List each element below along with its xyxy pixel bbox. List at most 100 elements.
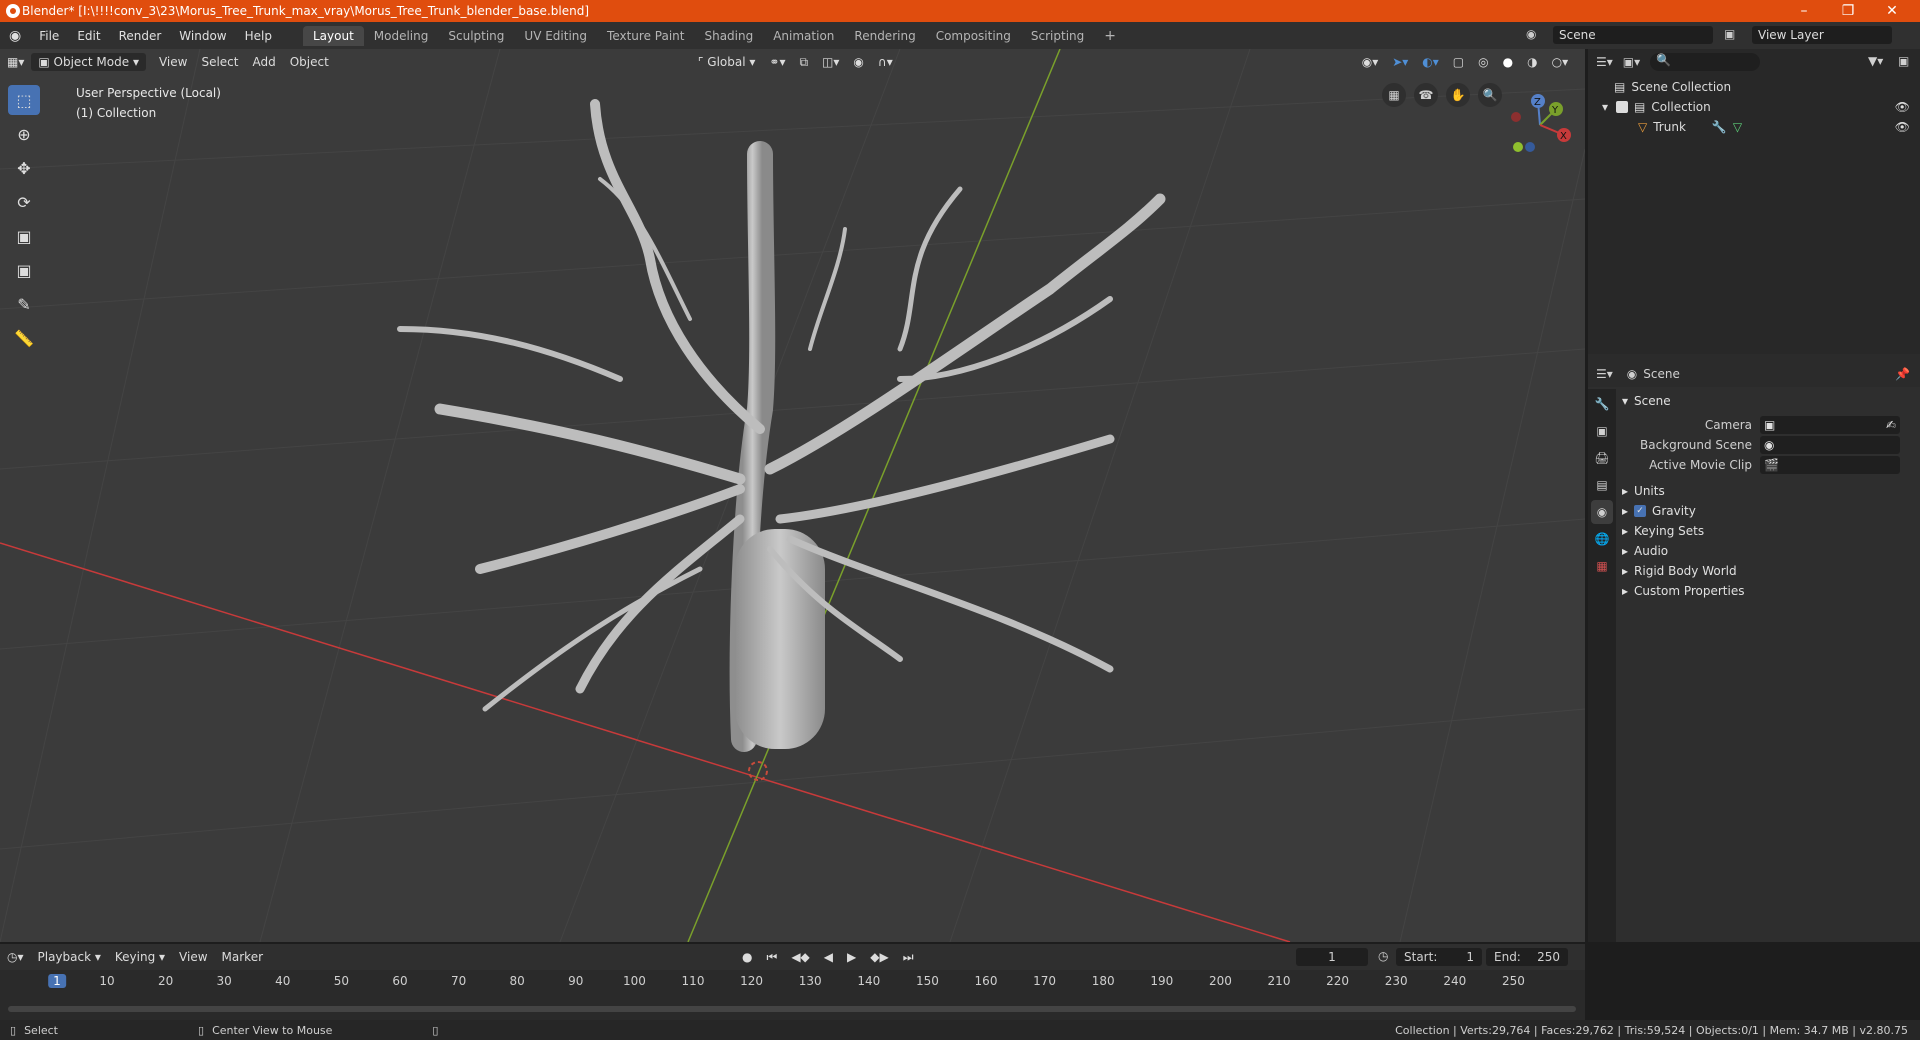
maximize-icon[interactable]: ❐ (1826, 0, 1870, 22)
transform-tool-icon[interactable]: ▣ (8, 255, 40, 285)
units-panel[interactable]: ▸ Units (1622, 481, 1918, 501)
tab-uv-editing[interactable]: UV Editing (514, 26, 597, 46)
3d-viewport[interactable]: ▦▾ ▣ Object Mode ▾ View Select Add Objec… (0, 49, 1585, 942)
properties-editor-type-icon[interactable]: ☰▾ (1596, 367, 1613, 381)
camera-view-icon[interactable]: ☎ (1414, 83, 1438, 107)
move-tool-icon[interactable]: ✥ (8, 153, 40, 183)
start-frame-field[interactable]: Start: 1 (1396, 948, 1482, 966)
viewport-menu-select[interactable]: Select (194, 53, 245, 71)
outliner-editor-type-icon[interactable]: ☰▾ (1596, 55, 1613, 69)
blender-menu-icon[interactable]: ◉ (0, 28, 30, 44)
tool-tab-icon[interactable]: 🔧 (1591, 392, 1613, 416)
scene-tab-icon[interactable]: ◉ (1591, 500, 1613, 524)
modifier-wrench-icon[interactable]: 🔧 (1712, 120, 1727, 134)
outliner-row-trunk[interactable]: ▽ Trunk 🔧 ▽ 👁 (1588, 117, 1920, 137)
camera-field[interactable]: ▣ ✍ (1760, 416, 1900, 434)
material-shading-icon[interactable]: ◑ (1520, 53, 1544, 71)
render-tab-icon[interactable]: ▣ (1591, 419, 1613, 443)
scene-selector-icon[interactable]: ◉ (1526, 27, 1536, 41)
timeline-menu-playback[interactable]: Playback ▾ (31, 948, 108, 966)
tab-rendering[interactable]: Rendering (844, 26, 925, 46)
menu-window[interactable]: Window (170, 29, 235, 43)
tab-layout[interactable]: Layout (302, 25, 364, 46)
tab-modeling[interactable]: Modeling (364, 26, 439, 46)
gravity-checkbox[interactable]: ✓ (1634, 505, 1647, 517)
select-box-icon[interactable]: ⬚ (8, 85, 40, 115)
view-layer-tab-icon[interactable]: ▤ (1591, 473, 1613, 497)
snap-target-icon[interactable]: ◫▾ (815, 53, 846, 71)
visibility-eye-icon[interactable]: 👁 (1895, 120, 1910, 134)
timeline-scrollbar[interactable] (8, 1006, 1576, 1012)
background-scene-field[interactable]: ◉ (1760, 436, 1900, 454)
mesh-data-icon[interactable]: ▽ (1733, 120, 1742, 134)
current-frame-field[interactable]: 1 (1296, 948, 1368, 966)
rendered-shading-icon[interactable]: ○▾ (1545, 53, 1576, 71)
annotate-tool-icon[interactable]: ✎ (8, 289, 40, 319)
custom-properties-panel[interactable]: ▸ Custom Properties (1622, 581, 1918, 601)
display-mode-icon[interactable]: ▣▾ (1623, 55, 1640, 69)
timeline-menu-keying[interactable]: Keying ▾ (108, 948, 172, 966)
overlays-icon[interactable]: ◐▾ (1415, 53, 1446, 71)
transform-orientation-dropdown[interactable]: ⌜ Global ▾ (691, 53, 763, 71)
frame-ruler[interactable]: 1 10 20 30 40 50 60 70 80 90 100 110 120 130 140 150 160… (0, 972, 1585, 992)
zoom-icon[interactable]: 🔍 (1478, 83, 1502, 107)
expand-arrow-icon[interactable]: ▾ (1602, 100, 1608, 114)
pan-hand-icon[interactable]: ✋ (1446, 83, 1470, 107)
scene-panel-header[interactable]: ▾ Scene (1622, 391, 1918, 411)
editor-type-icon[interactable]: ▦▾ (0, 53, 31, 71)
visibility-icon[interactable]: ◉▾ (1355, 53, 1386, 71)
output-tab-icon[interactable]: 🖨 (1591, 446, 1613, 470)
close-icon[interactable]: ✕ (1870, 0, 1914, 22)
audio-panel[interactable]: ▸ Audio (1622, 541, 1918, 561)
mode-dropdown[interactable]: ▣ Object Mode ▾ (31, 53, 146, 71)
cursor-tool-icon[interactable]: ⊕ (8, 119, 40, 149)
properties-editor[interactable]: ☰▾ ◉ Scene 📌 🔧 ▣ 🖨 ▤ ◉ 🌐 ▦ ▾ Scene Camer… (1588, 361, 1920, 942)
active-movie-clip-field[interactable]: 🎬 (1760, 456, 1900, 474)
minimize-icon[interactable]: – (1782, 0, 1826, 22)
view-layer-icon[interactable]: ▣ (1724, 27, 1735, 41)
filter-icon[interactable]: ▼▾ (1868, 54, 1883, 68)
outliner-row-scene-collection[interactable]: ▤ Scene Collection (1588, 77, 1920, 97)
timeline-editor[interactable]: ◷▾ Playback ▾ Keying ▾ View Marker ● ⏮ ◀… (0, 944, 1585, 1026)
grid-view-icon[interactable]: ▦ (1382, 83, 1406, 107)
axis-gizmo[interactable]: Z Y X (1500, 89, 1580, 159)
menu-help[interactable]: Help (236, 29, 281, 43)
wireframe-shading-icon[interactable]: ◎ (1471, 53, 1495, 71)
auto-range-icon[interactable]: ◷ (1378, 949, 1388, 963)
menu-edit[interactable]: Edit (68, 29, 109, 43)
keying-sets-panel[interactable]: ▸ Keying Sets (1622, 521, 1918, 541)
timeline-menu-marker[interactable]: Marker (215, 948, 270, 966)
pin-icon[interactable]: 📌 (1895, 367, 1910, 381)
gizmo-toggle-icon[interactable]: ➤▾ (1385, 53, 1415, 71)
outliner-search-input[interactable]: 🔍 (1650, 53, 1761, 71)
outliner[interactable]: ☰▾ ▣▾ 🔍 ▼▾ ▣ ▤ Scene Collection ▾ ▤ Coll… (1588, 49, 1920, 354)
eyedropper-icon[interactable]: ✍ (1886, 418, 1896, 432)
scale-tool-icon[interactable]: ▣ (8, 221, 40, 251)
visibility-eye-icon[interactable]: 👁 (1895, 100, 1910, 114)
rigid-body-world-panel[interactable]: ▸ Rigid Body World (1622, 561, 1918, 581)
tab-texture-paint[interactable]: Texture Paint (597, 26, 694, 46)
menu-file[interactable]: File (30, 29, 68, 43)
rotate-tool-icon[interactable]: ⟳ (8, 187, 40, 217)
snap-icon[interactable]: ⧉ (792, 53, 815, 72)
jump-end-icon[interactable]: ⏭ (896, 948, 921, 967)
tab-compositing[interactable]: Compositing (926, 26, 1021, 46)
pivot-point-icon[interactable]: ⚭▾ (762, 53, 792, 71)
timeline-editor-type-icon[interactable]: ◷▾ (0, 948, 31, 966)
checkbox-icon[interactable] (1616, 101, 1629, 113)
solid-shading-icon[interactable]: ● (1496, 53, 1520, 71)
tab-shading[interactable]: Shading (694, 26, 763, 46)
prev-keyframe-icon[interactable]: ◀◆ (784, 948, 816, 966)
tab-sculpting[interactable]: Sculpting (438, 26, 514, 46)
outliner-row-collection[interactable]: ▾ ▤ Collection 👁 (1588, 97, 1920, 117)
jump-start-icon[interactable]: ⏮ (760, 948, 785, 967)
new-collection-icon[interactable]: ▣ (1898, 54, 1909, 68)
add-workspace-icon[interactable]: + (1094, 25, 1126, 47)
proportional-edit-icon[interactable]: ◉ (846, 53, 870, 71)
play-reverse-icon[interactable]: ◀ (817, 948, 840, 966)
gravity-panel[interactable]: ▸ ✓ Gravity (1622, 501, 1918, 521)
xray-icon[interactable]: ▢ (1446, 53, 1471, 71)
next-keyframe-icon[interactable]: ◆▶ (863, 948, 895, 966)
menu-render[interactable]: Render (110, 29, 171, 43)
tab-animation[interactable]: Animation (763, 26, 844, 46)
